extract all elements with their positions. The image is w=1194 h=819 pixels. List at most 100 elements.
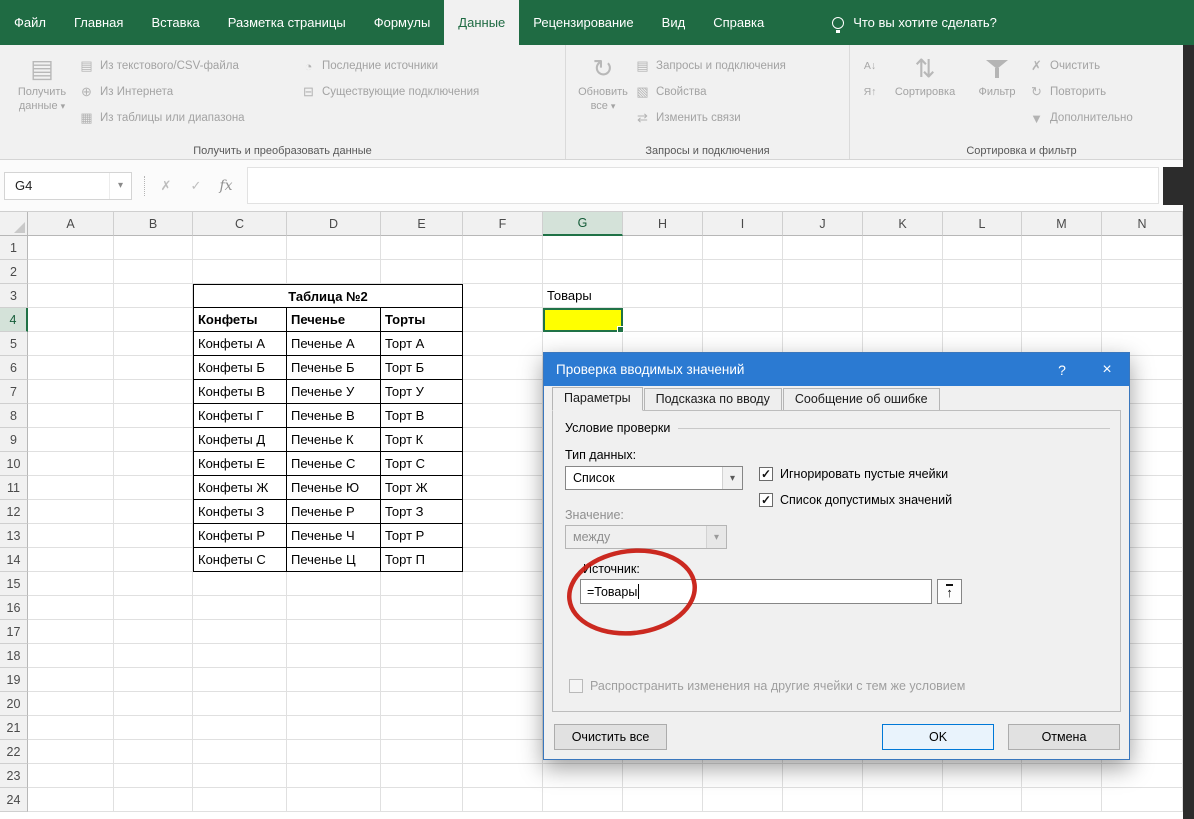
grid-cell[interactable] bbox=[463, 524, 543, 548]
combo-dropdown-icon[interactable]: ▾ bbox=[722, 467, 742, 489]
table-data-cell[interactable]: Конфеты Д bbox=[193, 428, 287, 452]
grid-cell[interactable] bbox=[28, 572, 114, 596]
grid-cell[interactable] bbox=[381, 692, 463, 716]
table-data-cell[interactable]: Печенье Ю bbox=[287, 476, 381, 500]
ribbon-tab-Данные[interactable]: Данные bbox=[444, 0, 519, 45]
row-header-9[interactable]: 9 bbox=[0, 428, 28, 452]
grid-cell[interactable] bbox=[863, 788, 943, 812]
column-header-L[interactable]: L bbox=[943, 212, 1022, 236]
filter-button[interactable]: Фильтр bbox=[966, 47, 1028, 143]
row-header-23[interactable]: 23 bbox=[0, 764, 28, 788]
grid-cell[interactable] bbox=[114, 668, 193, 692]
grid-cell[interactable] bbox=[863, 260, 943, 284]
table-data-cell[interactable]: Печенье В bbox=[287, 404, 381, 428]
grid-cell[interactable] bbox=[703, 788, 783, 812]
ribbon-tab-Файл[interactable]: Файл bbox=[0, 0, 60, 45]
cancel-icon[interactable]: ✗ bbox=[151, 178, 181, 194]
grid-cell[interactable] bbox=[1022, 788, 1102, 812]
grid-cell[interactable] bbox=[28, 788, 114, 812]
ignore-blanks-checkbox[interactable]: ✓ Игнорировать пустые ячейки bbox=[759, 467, 948, 481]
grid-cell[interactable] bbox=[114, 356, 193, 380]
grid-cell[interactable] bbox=[28, 692, 114, 716]
row-header-15[interactable]: 15 bbox=[0, 572, 28, 596]
column-header-B[interactable]: B bbox=[114, 212, 193, 236]
grid-cell[interactable] bbox=[114, 428, 193, 452]
insert-function-icon[interactable]: fx bbox=[211, 178, 241, 194]
grid-cell[interactable] bbox=[1102, 284, 1183, 308]
grid-cell[interactable] bbox=[28, 524, 114, 548]
from-text-csv-button[interactable]: ▤Из текстового/CSV-файла bbox=[78, 56, 300, 76]
column-header-M[interactable]: M bbox=[1022, 212, 1102, 236]
grid-cell[interactable] bbox=[381, 716, 463, 740]
name-box-dropdown-icon[interactable]: ▾ bbox=[109, 173, 131, 199]
grid-cell[interactable] bbox=[28, 308, 114, 332]
grid-cell[interactable] bbox=[1102, 260, 1183, 284]
grid-cell[interactable] bbox=[193, 260, 287, 284]
grid-cell[interactable] bbox=[114, 572, 193, 596]
formula-input[interactable] bbox=[247, 167, 1159, 204]
properties-button[interactable]: ▧Свойства bbox=[634, 82, 786, 102]
grid-cell[interactable] bbox=[783, 764, 863, 788]
grid-cell[interactable] bbox=[703, 284, 783, 308]
grid-cell[interactable] bbox=[28, 500, 114, 524]
grid-cell[interactable] bbox=[193, 788, 287, 812]
grid-cell[interactable] bbox=[623, 260, 703, 284]
get-data-button[interactable]: ▤ Получить данные▾ bbox=[6, 47, 78, 143]
from-table-range-button[interactable]: ▦Из таблицы или диапазона bbox=[78, 108, 300, 128]
grid-cell[interactable] bbox=[114, 644, 193, 668]
row-header-24[interactable]: 24 bbox=[0, 788, 28, 812]
grid-cell[interactable] bbox=[193, 668, 287, 692]
table-data-cell[interactable]: Конфеты Г bbox=[193, 404, 287, 428]
grid-cell[interactable] bbox=[381, 668, 463, 692]
grid-cell[interactable] bbox=[28, 764, 114, 788]
name-box[interactable]: G4 ▾ bbox=[4, 172, 132, 200]
row-header-10[interactable]: 10 bbox=[0, 452, 28, 476]
grid-cell[interactable] bbox=[463, 404, 543, 428]
row-header-21[interactable]: 21 bbox=[0, 716, 28, 740]
ribbon-tab-Вставка[interactable]: Вставка bbox=[137, 0, 213, 45]
existing-connections-button[interactable]: ⊟Существующие подключения bbox=[300, 82, 479, 102]
grid-cell[interactable] bbox=[943, 260, 1022, 284]
grid-cell[interactable]: Товары bbox=[543, 284, 623, 308]
grid-cell[interactable] bbox=[193, 572, 287, 596]
grid-cell[interactable] bbox=[1102, 788, 1183, 812]
grid-cell[interactable] bbox=[1102, 308, 1183, 332]
grid-cell[interactable] bbox=[193, 644, 287, 668]
grid-cell[interactable] bbox=[783, 236, 863, 260]
table-data-cell[interactable]: Печенье С bbox=[287, 452, 381, 476]
data-type-combobox[interactable]: Список ▾ bbox=[565, 466, 743, 490]
grid-cell[interactable] bbox=[287, 644, 381, 668]
tell-me-search[interactable]: Что вы хотите сделать? bbox=[832, 0, 997, 45]
grid-cell[interactable] bbox=[381, 620, 463, 644]
grid-cell[interactable] bbox=[463, 260, 543, 284]
column-header-A[interactable]: A bbox=[28, 212, 114, 236]
table-data-cell[interactable]: Печенье К bbox=[287, 428, 381, 452]
grid-cell[interactable] bbox=[1022, 236, 1102, 260]
grid-cell[interactable] bbox=[28, 596, 114, 620]
grid-cell[interactable] bbox=[943, 764, 1022, 788]
grid-cell[interactable] bbox=[783, 308, 863, 332]
grid-cell[interactable] bbox=[463, 236, 543, 260]
sort-button[interactable]: ⇅ Сортировка bbox=[884, 47, 966, 143]
row-header-20[interactable]: 20 bbox=[0, 692, 28, 716]
tab-parameters[interactable]: Параметры bbox=[552, 387, 643, 411]
row-header-8[interactable]: 8 bbox=[0, 404, 28, 428]
grid-cell[interactable] bbox=[114, 284, 193, 308]
edit-links-button[interactable]: ⇄Изменить связи bbox=[634, 108, 786, 128]
row-header-3[interactable]: 3 bbox=[0, 284, 28, 308]
table-header-cell[interactable]: Конфеты bbox=[193, 308, 287, 332]
grid-cell[interactable] bbox=[623, 308, 703, 332]
table-data-cell[interactable]: Торт А bbox=[381, 332, 463, 356]
table-title-cell[interactable]: Таблица №2 bbox=[193, 284, 463, 308]
grid-cell[interactable] bbox=[381, 764, 463, 788]
grid-cell[interactable] bbox=[193, 236, 287, 260]
clear-all-button[interactable]: Очистить все bbox=[554, 724, 667, 750]
grid-cell[interactable] bbox=[381, 260, 463, 284]
grid-cell[interactable] bbox=[28, 236, 114, 260]
grid-cell[interactable] bbox=[114, 236, 193, 260]
grid-cell[interactable] bbox=[28, 476, 114, 500]
grid-cell[interactable] bbox=[28, 644, 114, 668]
grid-cell[interactable] bbox=[381, 788, 463, 812]
row-header-4[interactable]: 4 bbox=[0, 308, 28, 332]
grid-cell[interactable] bbox=[114, 476, 193, 500]
